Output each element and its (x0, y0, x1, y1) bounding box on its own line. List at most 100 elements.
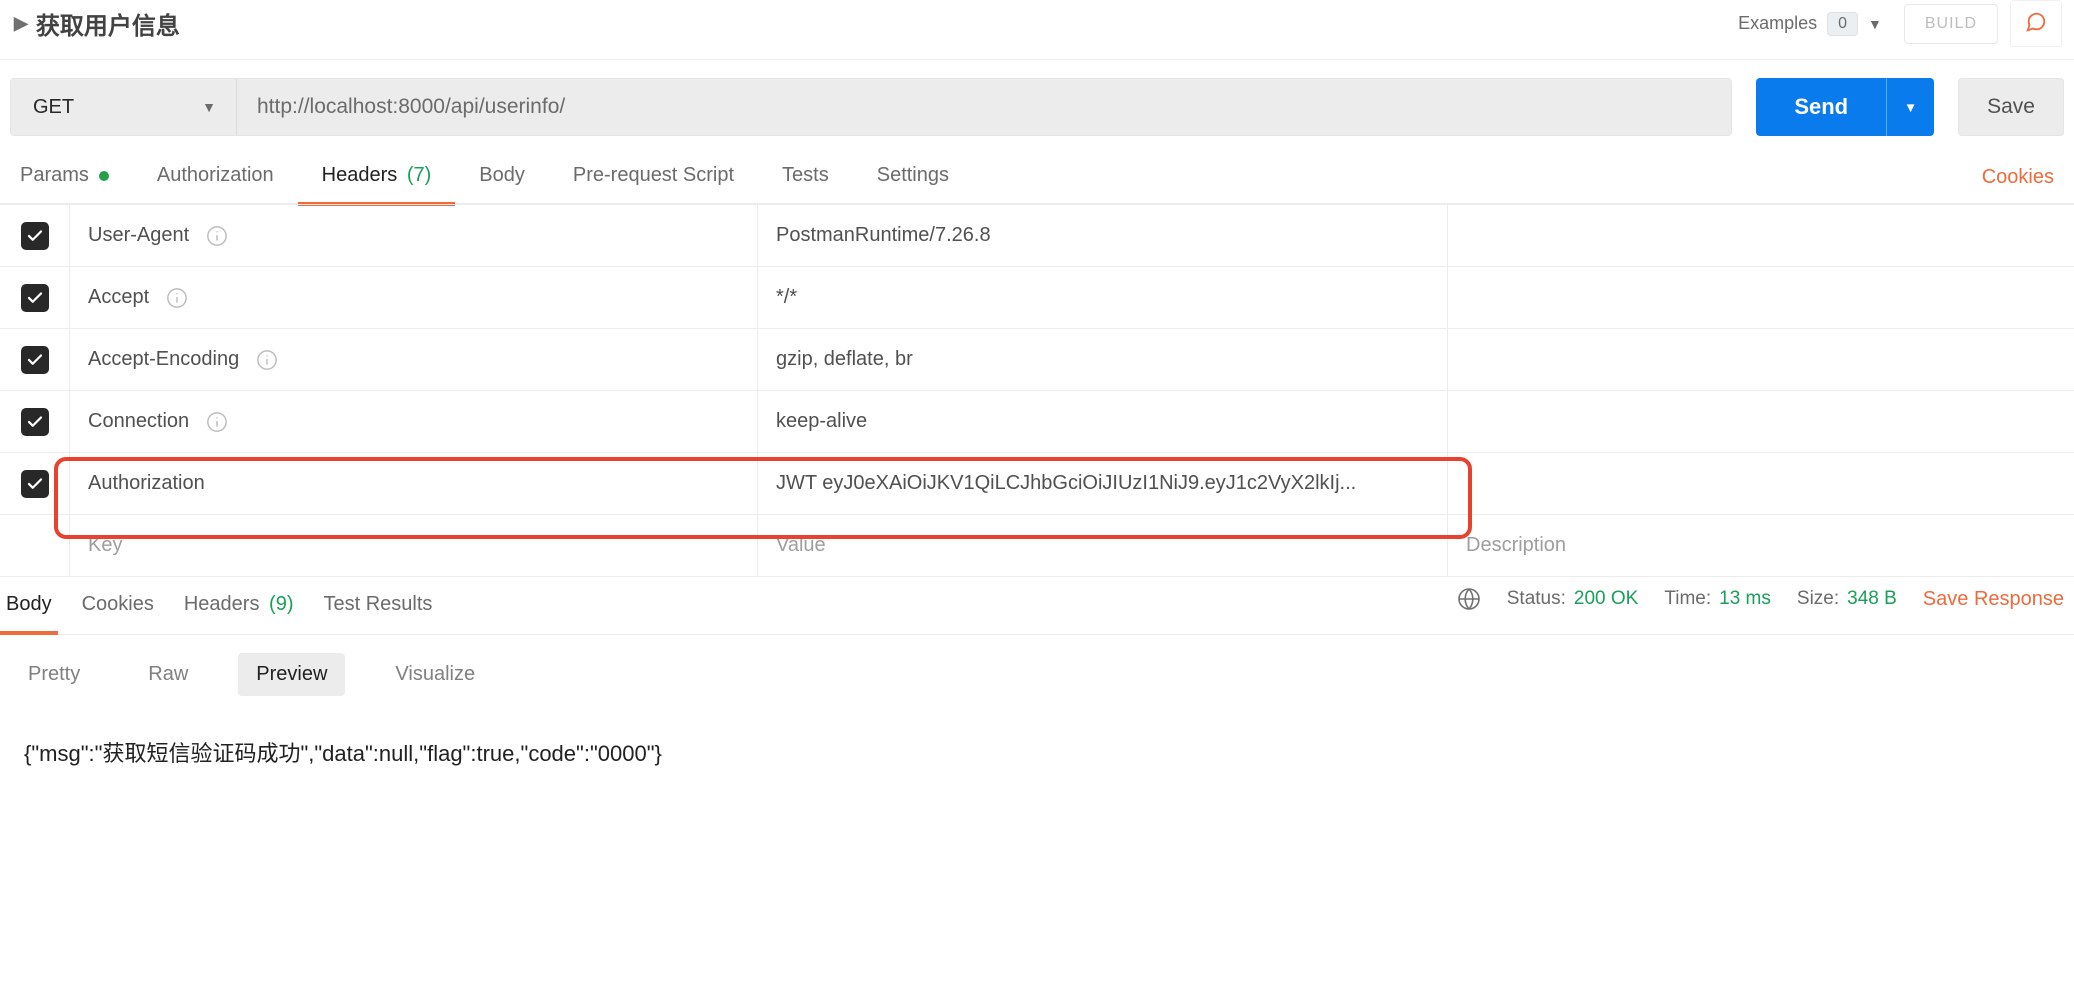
header-checkbox-cell (0, 391, 70, 452)
examples-label: Examples (1738, 13, 1817, 34)
viewtab-preview[interactable]: Preview (238, 653, 345, 696)
header-value-cell[interactable]: PostmanRuntime/7.26.8 (758, 205, 1448, 266)
globe-icon[interactable] (1457, 587, 1481, 611)
response-tabs: Body Cookies Headers (9) Test Results St… (0, 577, 2074, 635)
info-icon[interactable] (205, 410, 229, 434)
header-value-input[interactable]: Value (758, 515, 1448, 576)
header-checkbox[interactable] (21, 222, 49, 250)
header-desc-cell[interactable] (1448, 329, 2074, 390)
header-key: User-Agent (88, 224, 189, 247)
header-row: Accept */* (0, 267, 2074, 329)
time-value: 13 ms (1719, 588, 1771, 610)
header-desc-cell[interactable] (1448, 205, 2074, 266)
header-key: Accept-Encoding (88, 348, 239, 371)
response-status-bar: Status: 200 OK Time: 13 ms Size: 348 B S… (1457, 587, 2064, 611)
http-method-select[interactable]: GET ▼ (11, 79, 237, 135)
header-desc-input[interactable]: Description (1448, 515, 2074, 576)
header-row: Accept-Encoding gzip, deflate, br (0, 329, 2074, 391)
size-label: Size: (1797, 588, 1839, 610)
header-key-cell[interactable]: Connection (70, 391, 758, 452)
header-value-cell[interactable]: JWT eyJ0eXAiOiJKV1QiLCJhbGciOiJIUzI1NiJ9… (758, 453, 1448, 514)
comment-button[interactable] (2010, 0, 2062, 47)
body-view-tabs: Pretty Raw Preview Visualize (0, 635, 2074, 714)
request-tabs: Params Authorization Headers (7) Body Pr… (0, 148, 2074, 204)
request-title: 获取用户信息 (36, 6, 180, 41)
response-body: {"msg":"获取短信验证码成功","data":null,"flag":tr… (0, 714, 2074, 790)
tab-tests[interactable]: Tests (782, 164, 829, 205)
header-value: gzip, deflate, br (776, 348, 913, 371)
tab-settings[interactable]: Settings (877, 164, 949, 205)
tab-body[interactable]: Body (479, 164, 525, 205)
header-key-cell[interactable]: Accept (70, 267, 758, 328)
status-value: 200 OK (1574, 588, 1638, 610)
examples-dropdown[interactable]: Examples 0 ▼ (1728, 6, 1892, 42)
tab-prerequest[interactable]: Pre-request Script (573, 164, 734, 205)
examples-count: 0 (1827, 12, 1858, 36)
header-checkbox-cell (0, 515, 70, 576)
send-dropdown[interactable]: ▼ (1886, 78, 1934, 136)
header-value-cell[interactable]: keep-alive (758, 391, 1448, 452)
viewtab-pretty[interactable]: Pretty (10, 653, 98, 696)
chevron-down-icon: ▼ (202, 99, 216, 115)
header-checkbox[interactable] (21, 408, 49, 436)
header-value: PostmanRuntime/7.26.8 (776, 224, 991, 247)
header-checkbox-cell (0, 205, 70, 266)
header-value: keep-alive (776, 410, 867, 433)
tab-headers[interactable]: Headers (7) (322, 164, 432, 205)
save-button[interactable]: Save (1958, 78, 2064, 136)
viewtab-raw[interactable]: Raw (130, 653, 206, 696)
status-dot-icon (99, 171, 109, 181)
info-icon[interactable] (205, 224, 229, 248)
header-checkbox-cell (0, 267, 70, 328)
header-checkbox[interactable] (21, 470, 49, 498)
header-checkbox[interactable] (21, 346, 49, 374)
header-key-cell[interactable]: Accept-Encoding (70, 329, 758, 390)
chevron-down-icon: ▼ (1868, 16, 1882, 32)
info-icon[interactable] (255, 348, 279, 372)
header-value-cell[interactable]: */* (758, 267, 1448, 328)
header-checkbox-cell (0, 329, 70, 390)
info-icon[interactable] (165, 286, 189, 310)
header-desc-cell[interactable] (1448, 453, 2074, 514)
header-checkbox[interactable] (21, 284, 49, 312)
save-response-link[interactable]: Save Response (1923, 588, 2064, 611)
comment-icon (2025, 11, 2047, 33)
time-label: Time: (1664, 588, 1711, 610)
headers-table-wrap: User-Agent PostmanRuntime/7.26.8 Accept */*… (0, 204, 2074, 577)
header-key: Accept (88, 286, 149, 309)
tab-authorization[interactable]: Authorization (157, 164, 274, 205)
header-desc-cell[interactable] (1448, 391, 2074, 452)
send-button-group: Send ▼ (1756, 78, 1934, 136)
header-key: Connection (88, 410, 189, 433)
header-row: User-Agent PostmanRuntime/7.26.8 (0, 205, 2074, 267)
header-row-placeholder: KeyValueDescription (0, 515, 2074, 577)
resp-tab-cookies[interactable]: Cookies (82, 593, 154, 634)
header-value-cell[interactable]: gzip, deflate, br (758, 329, 1448, 390)
chevron-down-icon: ▼ (1904, 100, 1917, 115)
header-key: Authorization (88, 472, 205, 495)
viewtab-visualize[interactable]: Visualize (377, 653, 493, 696)
cookies-link[interactable]: Cookies (1982, 166, 2054, 189)
build-button[interactable]: BUILD (1904, 4, 1998, 44)
header-row: Connection keep-alive (0, 391, 2074, 453)
header-row: Authorization JWT eyJ0eXAiOiJKV1QiLCJhbGc… (0, 453, 2074, 515)
http-method-value: GET (33, 96, 74, 119)
header-key-cell[interactable]: User-Agent (70, 205, 758, 266)
header-value: JWT eyJ0eXAiOiJKV1QiLCJhbGciOiJIUzI1NiJ9… (776, 472, 1356, 495)
resp-tab-body[interactable]: Body (6, 593, 52, 634)
status-label: Status: (1507, 588, 1566, 610)
tab-params[interactable]: Params (20, 164, 109, 205)
send-button[interactable]: Send (1756, 78, 1886, 136)
request-titlebar: ▶ 获取用户信息 Examples 0 ▼ BUILD (0, 0, 2074, 60)
header-desc-cell[interactable] (1448, 267, 2074, 328)
url-input[interactable]: http://localhost:8000/api/userinfo/ (237, 79, 1731, 135)
resp-tab-testresults[interactable]: Test Results (323, 593, 432, 634)
header-key-cell[interactable]: Authorization (70, 453, 758, 514)
collapse-icon[interactable]: ▶ (14, 13, 28, 34)
header-key-input[interactable]: Key (70, 515, 758, 576)
header-value: */* (776, 286, 797, 309)
size-value: 348 B (1847, 588, 1897, 610)
resp-tab-headers[interactable]: Headers (9) (184, 593, 294, 634)
header-checkbox-cell (0, 453, 70, 514)
method-url-group: GET ▼ http://localhost:8000/api/userinfo… (10, 78, 1732, 136)
